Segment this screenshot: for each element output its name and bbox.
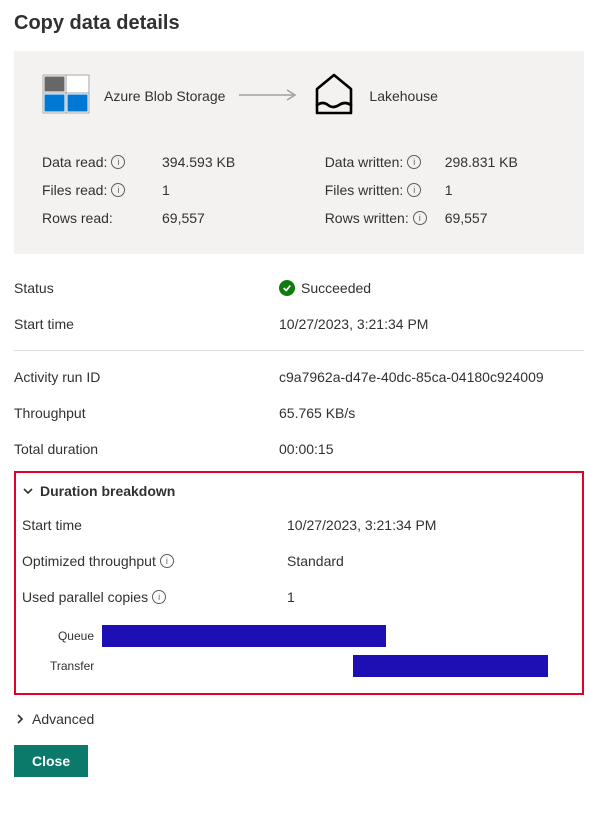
data-read-label: Data read: <box>42 154 107 170</box>
start-time-row: Start time 10/27/2023, 3:21:34 PM <box>14 306 584 342</box>
chart-transfer-bar <box>353 655 547 677</box>
info-icon[interactable]: i <box>152 590 166 604</box>
blob-storage-icon <box>42 74 90 117</box>
advanced-label: Advanced <box>32 711 94 727</box>
files-written-label: Files written: <box>325 182 404 198</box>
info-icon[interactable]: i <box>407 155 421 169</box>
files-written-value: 1 <box>445 182 453 198</box>
bd-opt-throughput-value: Standard <box>287 553 576 569</box>
info-icon[interactable]: i <box>407 183 421 197</box>
rows-read-label: Rows read: <box>42 210 113 226</box>
run-id-label: Activity run ID <box>14 369 279 385</box>
summary-panel: Azure Blob Storage Lakehouse Data read: <box>14 51 584 254</box>
bd-opt-throughput-label: Optimized throughput <box>22 553 156 569</box>
info-icon[interactable]: i <box>111 155 125 169</box>
data-written-value: 298.831 KB <box>445 154 518 170</box>
start-time-value: 10/27/2023, 3:21:34 PM <box>279 316 584 332</box>
info-icon[interactable]: i <box>160 554 174 568</box>
rows-read-value: 69,557 <box>162 210 205 226</box>
bd-parallel-copies-value: 1 <box>287 589 576 605</box>
bd-start-time-value: 10/27/2023, 3:21:34 PM <box>287 517 576 533</box>
duration-breakdown-expander[interactable]: Duration breakdown <box>22 479 576 507</box>
metric-files-written: Files written: i 1 <box>325 176 556 204</box>
chart-transfer-row: Transfer <box>50 651 576 681</box>
throughput-row: Throughput 65.765 KB/s <box>14 395 584 431</box>
metrics-right: Data written: i 298.831 KB Files written… <box>325 148 556 232</box>
bd-opt-throughput-row: Optimized throughput i Standard <box>22 543 576 579</box>
files-read-value: 1 <box>162 182 170 198</box>
lakehouse-icon <box>313 71 355 120</box>
chart-queue-row: Queue <box>50 621 576 651</box>
source-label: Azure Blob Storage <box>104 88 225 104</box>
throughput-value: 65.765 KB/s <box>279 405 584 421</box>
metric-data-read: Data read: i 394.593 KB <box>42 148 325 176</box>
status-row: Status Succeeded <box>14 270 584 306</box>
arrow-right-icon <box>239 88 299 104</box>
data-read-value: 394.593 KB <box>162 154 235 170</box>
close-button[interactable]: Close <box>14 745 88 777</box>
chart-queue-bar <box>102 625 386 647</box>
bd-start-time-label: Start time <box>22 517 287 533</box>
success-check-icon <box>279 280 295 296</box>
flow-row: Azure Blob Storage Lakehouse <box>42 71 556 120</box>
bd-parallel-copies-label: Used parallel copies <box>22 589 148 605</box>
metric-files-read: Files read: i 1 <box>42 176 325 204</box>
bd-parallel-copies-row: Used parallel copies i 1 <box>22 579 576 615</box>
status-value: Succeeded <box>301 280 371 296</box>
chevron-down-icon <box>22 485 34 497</box>
separator <box>14 350 584 351</box>
total-duration-label: Total duration <box>14 441 279 457</box>
duration-chart: Queue Transfer <box>22 615 576 681</box>
start-time-label: Start time <box>14 316 279 332</box>
metrics-row: Data read: i 394.593 KB Files read: i 1 … <box>42 148 556 232</box>
advanced-expander[interactable]: Advanced <box>14 695 584 745</box>
total-duration-row: Total duration 00:00:15 <box>14 431 584 467</box>
data-written-label: Data written: <box>325 154 404 170</box>
duration-breakdown-highlight: Duration breakdown Start time 10/27/2023… <box>14 471 584 695</box>
info-icon[interactable]: i <box>413 211 427 225</box>
run-id-value: c9a7962a-d47e-40dc-85ca-04180c924009 <box>279 369 584 385</box>
bd-start-time-row: Start time 10/27/2023, 3:21:34 PM <box>22 507 576 543</box>
rows-written-value: 69,557 <box>445 210 488 226</box>
rows-written-label: Rows written: <box>325 210 409 226</box>
chart-queue-label: Queue <box>50 629 102 643</box>
total-duration-value: 00:00:15 <box>279 441 584 457</box>
throughput-label: Throughput <box>14 405 279 421</box>
metric-rows-read: Rows read: 69,557 <box>42 204 325 232</box>
files-read-label: Files read: <box>42 182 107 198</box>
run-id-row: Activity run ID c9a7962a-d47e-40dc-85ca-… <box>14 359 584 395</box>
status-label: Status <box>14 280 279 296</box>
chevron-right-icon <box>14 713 26 725</box>
source-item: Azure Blob Storage <box>42 74 225 117</box>
target-item: Lakehouse <box>313 71 438 120</box>
chart-transfer-label: Transfer <box>50 659 102 673</box>
metrics-left: Data read: i 394.593 KB Files read: i 1 … <box>42 148 325 232</box>
metric-data-written: Data written: i 298.831 KB <box>325 148 556 176</box>
target-label: Lakehouse <box>369 88 438 104</box>
info-icon[interactable]: i <box>111 183 125 197</box>
duration-breakdown-label: Duration breakdown <box>40 483 175 499</box>
metric-rows-written: Rows written: i 69,557 <box>325 204 556 232</box>
page-title: Copy data details <box>14 12 584 35</box>
